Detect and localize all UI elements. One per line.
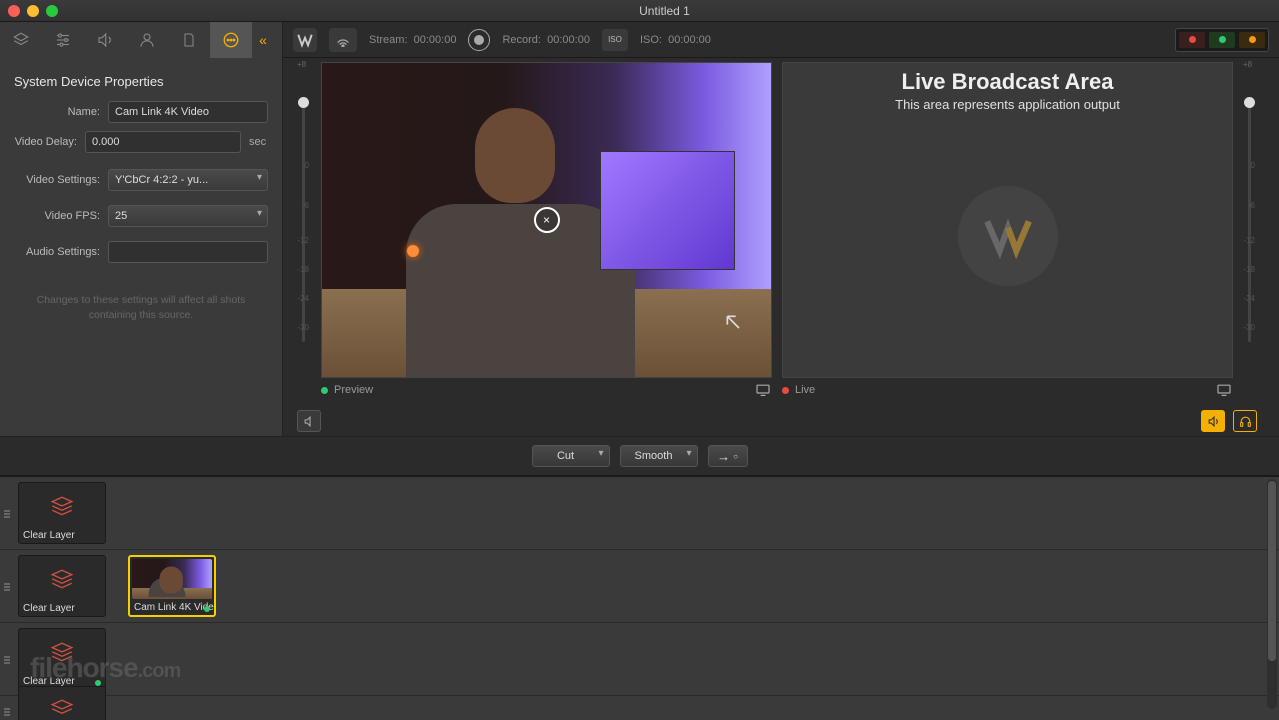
iso-button[interactable]: ISO [602, 29, 628, 51]
clear-layer-shot-3[interactable]: Clear Layer [18, 628, 106, 690]
panel-title: System Device Properties [14, 74, 268, 89]
stream-label: Stream: 00:00:00 [369, 34, 456, 46]
audio-tab-icon[interactable] [84, 22, 126, 58]
delay-unit: sec [249, 136, 268, 148]
fps-label: Video FPS: [14, 210, 100, 222]
indicator-orange[interactable] [1239, 32, 1265, 48]
preview-label: Preview [334, 384, 373, 396]
live-status-dot [782, 387, 789, 394]
layer-row-2[interactable]: Clear Layer Cam Link 4K Vide [0, 550, 1279, 623]
preview-status-dot [321, 387, 328, 394]
window-controls [8, 5, 58, 17]
window-title: Untitled 1 [58, 4, 1271, 18]
preview-audio-button[interactable] [297, 410, 321, 432]
app-logo-icon [293, 28, 317, 52]
live-monitor: Live Broadcast Area This area represents… [782, 62, 1233, 402]
panel-tabs: « [0, 22, 283, 58]
video-settings-label: Video Settings: [14, 174, 100, 186]
layers-scrollbar[interactable] [1267, 479, 1277, 709]
iso-label: ISO: 00:00:00 [640, 34, 711, 46]
toolbar: « Stream: 00:00:00 Record: 00:00:00 ISO … [0, 22, 1279, 58]
live-fullscreen-icon[interactable] [1215, 383, 1233, 397]
person-tab-icon[interactable] [126, 22, 168, 58]
live-viewport[interactable]: Live Broadcast Area This area represents… [782, 62, 1233, 378]
camlink-thumbnail [132, 559, 212, 599]
preview-monitor: × Preview [321, 62, 772, 402]
layer-row-3[interactable]: Clear Layer [0, 623, 1279, 696]
layers-stack-icon [49, 556, 75, 603]
sliders-tab-icon[interactable] [42, 22, 84, 58]
layer-row-1[interactable]: Clear Layer [0, 477, 1279, 550]
main-area: System Device Properties Name: Video Del… [0, 58, 1279, 436]
settings-note: Changes to these settings will affect al… [14, 293, 268, 322]
more-tab-icon[interactable] [210, 22, 252, 58]
titlebar: Untitled 1 [0, 0, 1279, 22]
live-speaker-button[interactable] [1201, 410, 1225, 432]
audio-settings-select[interactable] [108, 241, 268, 263]
layer-row-4[interactable] [0, 696, 1279, 720]
delay-label: Video Delay: [14, 136, 77, 148]
name-label: Name: [14, 106, 100, 118]
work-footer [283, 406, 1279, 436]
minimize-button[interactable] [27, 5, 39, 17]
record-label: Record: 00:00:00 [502, 34, 589, 46]
close-button[interactable] [8, 5, 20, 17]
monitors: +8 0 -6 -12 -18 -24 -30 [283, 58, 1279, 406]
stream-button[interactable] [329, 28, 357, 52]
vu-meter-right[interactable]: +8 0 -6 -12 -18 -24 -30 [1243, 62, 1257, 352]
preview-fullscreen-icon[interactable] [754, 383, 772, 397]
clear-layer-shot-1[interactable]: Clear Layer [18, 482, 106, 544]
camlink-shot[interactable]: Cam Link 4K Vide [128, 555, 216, 617]
zoom-button[interactable] [46, 5, 58, 17]
delay-input[interactable] [85, 131, 241, 153]
live-placeholder-text: Live Broadcast Area This area represents… [783, 69, 1232, 112]
audio-settings-label: Audio Settings: [14, 246, 100, 258]
preview-viewport[interactable]: × [321, 62, 772, 378]
live-subtitle: This area represents application output [783, 97, 1232, 112]
smooth-select[interactable]: Smooth [620, 445, 698, 467]
layers-stack-icon [49, 483, 75, 530]
properties-panel: System Device Properties Name: Video Del… [0, 58, 283, 436]
layers-tab-icon[interactable] [0, 22, 42, 58]
layers-area: Clear Layer Clear Layer Cam Link 4K Vide… [0, 476, 1279, 720]
indicator-green[interactable] [1209, 32, 1235, 48]
clear-layer-shot-2[interactable]: Clear Layer [18, 555, 106, 617]
transition-bar: Cut Smooth →○ [0, 436, 1279, 476]
indicator-red[interactable] [1179, 32, 1205, 48]
fps-select[interactable]: 25 [108, 205, 268, 227]
vu-meter-left[interactable]: +8 0 -6 -12 -18 -24 -30 [297, 62, 311, 352]
close-overlay-button[interactable]: × [534, 207, 560, 233]
record-button[interactable] [468, 29, 490, 51]
layers-stack-icon [49, 687, 75, 720]
shot-live-indicator [204, 606, 210, 612]
live-title: Live Broadcast Area [783, 69, 1232, 95]
cut-select[interactable]: Cut [532, 445, 610, 467]
video-settings-select[interactable]: Y'CbCr 4:2:2 - yu... [108, 169, 268, 191]
app-logo-watermark [958, 186, 1058, 286]
toolbar-right: Stream: 00:00:00 Record: 00:00:00 ISO IS… [283, 28, 1279, 52]
name-input[interactable] [108, 101, 268, 123]
layers-stack-icon [49, 629, 75, 676]
live-headphones-button[interactable] [1233, 410, 1257, 432]
live-label: Live [795, 384, 815, 396]
status-indicators [1175, 28, 1269, 52]
scrollbar-thumb[interactable] [1268, 481, 1276, 661]
collapse-panel-icon[interactable]: « [252, 32, 274, 48]
clear-layer-shot-4[interactable] [18, 686, 106, 720]
transition-go-button[interactable]: →○ [708, 445, 748, 467]
work-area: +8 0 -6 -12 -18 -24 -30 [283, 58, 1279, 436]
document-tab-icon[interactable] [168, 22, 210, 58]
